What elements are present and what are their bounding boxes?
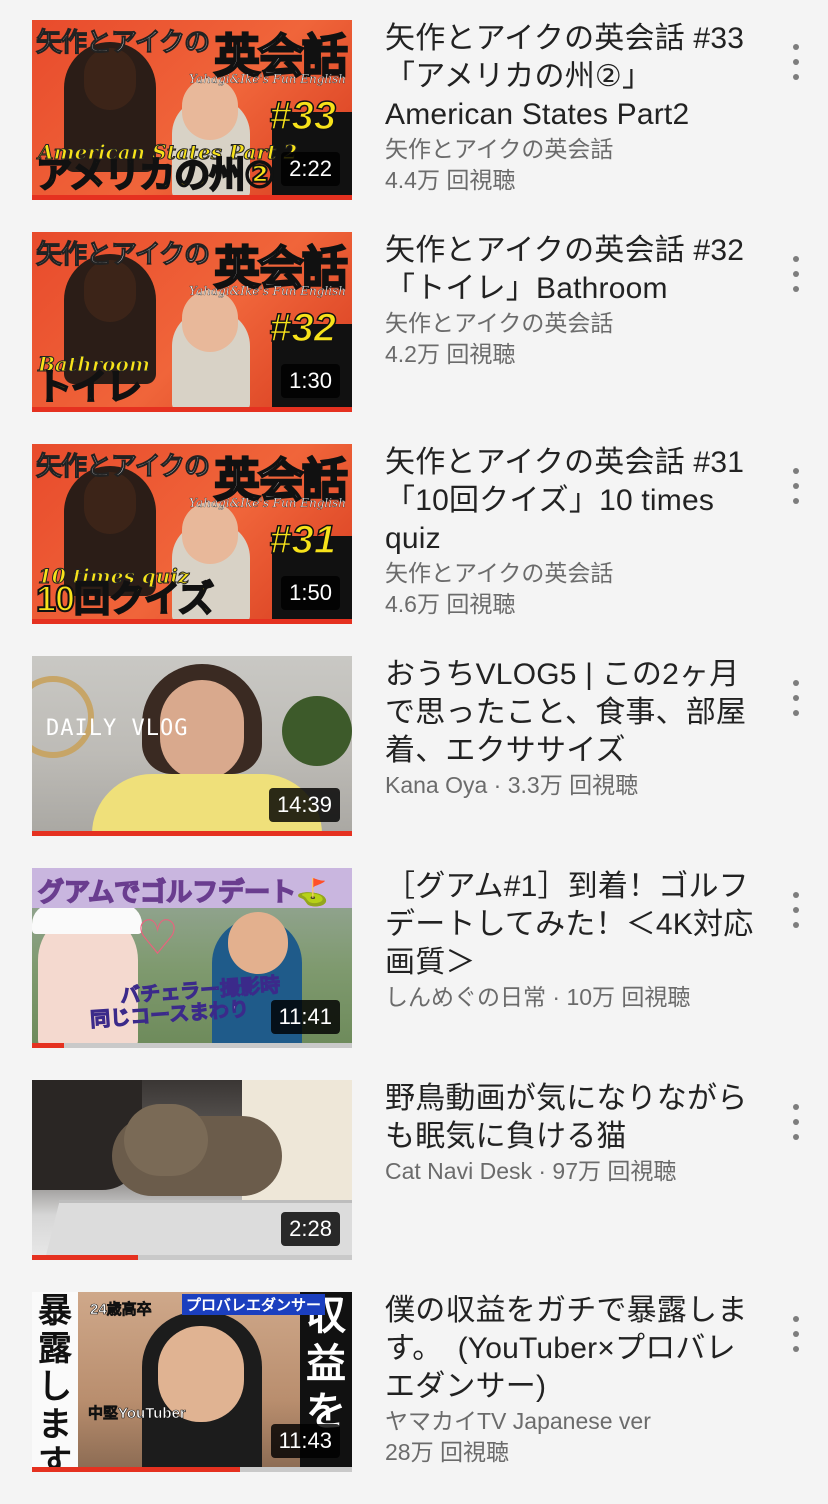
thumbnail-left-text: 暴露します — [38, 1292, 72, 1472]
video-thumbnail[interactable]: 2:28 — [32, 1080, 352, 1260]
view-count: 28万 回視聴 — [385, 1439, 509, 1465]
watch-progress-fill — [32, 195, 352, 200]
watch-progress-track — [32, 831, 352, 836]
video-item[interactable]: 暴露します 収益を 24歳高卒 プロバレエダンサー 中堅YouTuber 11:… — [0, 1292, 828, 1504]
video-info[interactable]: 矢作とアイクの英会話 #33「アメリカの州②」American States P… — [385, 20, 755, 196]
channel-name[interactable]: 矢作とアイクの英会話 — [385, 134, 755, 165]
duration-badge: 2:22 — [281, 152, 340, 186]
duration-badge: 2:28 — [281, 1212, 340, 1246]
video-item[interactable]: DAILY VLOG 14:39 おうちVLOG5 | この2ヶ月で思ったこと、… — [0, 656, 828, 868]
more-options-icon[interactable] — [786, 466, 806, 506]
video-item[interactable]: 矢作とアイクの 英会話 Yahagi&Ike's Fun English #32… — [0, 232, 828, 444]
video-thumbnail[interactable]: DAILY VLOG 14:39 — [32, 656, 352, 836]
person-face — [182, 502, 238, 564]
video-title[interactable]: 僕の収益をガチで暴露します。 (YouTuber×プロバレエダンサー) — [385, 1292, 755, 1406]
video-feed: 矢作とアイクの 英会話 Yahagi&Ike's Fun English #33… — [0, 0, 828, 1497]
thumbnail-caption-jp: 10回クイズ — [35, 577, 215, 620]
more-options-icon[interactable] — [786, 42, 806, 82]
watch-progress-fill — [32, 1043, 64, 1048]
view-count: 4.6万 回視聴 — [385, 591, 516, 617]
more-options-icon[interactable] — [786, 890, 806, 930]
thumbnail-sub-text: Yahagi&Ike's Fun English — [189, 496, 346, 510]
plant-shape — [282, 696, 352, 766]
video-info[interactable]: 野鳥動画が気になりながらも眠気に負ける猫 Cat Navi Desk · 97万… — [385, 1080, 755, 1187]
watch-progress-track — [32, 1255, 352, 1260]
duration-badge: 11:41 — [270, 1000, 340, 1034]
view-count: 4.4万 回視聴 — [385, 167, 516, 193]
thumbnail-sub-text: Yahagi&Ike's Fun English — [189, 284, 346, 298]
person-face — [228, 912, 288, 974]
video-thumbnail[interactable]: 暴露します 収益を 24歳高卒 プロバレエダンサー 中堅YouTuber 11:… — [32, 1292, 352, 1472]
watch-progress-track — [32, 619, 352, 624]
channel-and-views[interactable]: しんめぐの日常 · 10万 回視聴 — [385, 982, 755, 1013]
video-title[interactable]: 矢作とアイクの英会話 #33「アメリカの州②」American States P… — [385, 20, 755, 134]
video-info[interactable]: 矢作とアイクの英会話 #32「トイレ」Bathroom 矢作とアイクの英会話 4… — [385, 232, 755, 370]
channel-name[interactable]: 矢作とアイクの英会話 — [385, 308, 755, 339]
duration-badge: 14:39 — [268, 788, 340, 822]
video-title[interactable]: ［グアム#1］到着！ゴルフデートしてみた！＜4K対応画質＞ — [385, 868, 755, 982]
thumbnail-band-text: グアムでゴルフデート⛳ — [37, 876, 329, 908]
thumbnail-caption-jp: アメリカの州② — [35, 153, 276, 196]
video-item[interactable]: 2:28 野鳥動画が気になりながらも眠気に負ける猫 Cat Navi Desk … — [0, 1080, 828, 1292]
video-item[interactable]: 矢作とアイクの 英会話 Yahagi&Ike's Fun English #33… — [0, 20, 828, 232]
more-options-icon[interactable] — [786, 1102, 806, 1142]
video-title[interactable]: 矢作とアイクの英会話 #32「トイレ」Bathroom — [385, 232, 755, 308]
video-thumbnail[interactable]: ♡ グアムでゴルフデート⛳ バチェラー撮影時 同じコースまわり 11:41 — [32, 868, 352, 1048]
channel-and-views[interactable]: Kana Oya · 3.3万 回視聴 — [385, 770, 755, 801]
episode-number: #33 — [269, 93, 337, 139]
video-thumbnail[interactable]: 矢作とアイクの 英会話 Yahagi&Ike's Fun English #33… — [32, 20, 352, 200]
video-title[interactable]: 矢作とアイクの英会話 #31「10回クイズ」10 times quiz — [385, 444, 755, 558]
thumbnail-caption-jp: トイレ — [35, 365, 143, 408]
thumbnail-note-1: 24歳高卒 — [90, 1301, 152, 1319]
thumbnail-label: DAILY VLOG — [46, 716, 189, 741]
view-count: 4.2万 回視聴 — [385, 341, 516, 367]
thumbnail-note-3: 中堅YouTuber — [88, 1405, 186, 1423]
video-item[interactable]: ♡ グアムでゴルフデート⛳ バチェラー撮影時 同じコースまわり 11:41 ［グ… — [0, 868, 828, 1080]
channel-and-views[interactable]: Cat Navi Desk · 97万 回視聴 — [385, 1156, 755, 1187]
watch-progress-fill — [32, 831, 352, 836]
thumbnail-sub-text: Yahagi&Ike's Fun English — [189, 72, 346, 86]
watch-progress-track — [32, 407, 352, 412]
video-info[interactable]: ［グアム#1］到着！ゴルフデートしてみた！＜4K対応画質＞ しんめぐの日常 · … — [385, 868, 755, 1013]
video-info[interactable]: 僕の収益をガチで暴露します。 (YouTuber×プロバレエダンサー) ヤマカイ… — [385, 1292, 755, 1468]
thumbnail-header-text: 矢作とアイクの — [35, 27, 210, 58]
person-face — [182, 78, 238, 140]
channel-name[interactable]: ヤマカイTV Japanese ver — [385, 1406, 755, 1437]
watch-progress-fill — [32, 619, 352, 624]
cat-head — [124, 1104, 208, 1176]
episode-number: #31 — [269, 517, 337, 563]
video-title[interactable]: 野鳥動画が気になりながらも眠気に負ける猫 — [385, 1080, 755, 1156]
duration-badge: 1:50 — [281, 576, 340, 610]
watch-progress-track — [32, 1043, 352, 1048]
more-options-icon[interactable] — [786, 1314, 806, 1354]
thumbnail-header-text: 矢作とアイクの — [35, 451, 210, 482]
video-info[interactable]: おうちVLOG5 | この2ヶ月で思ったこと、食事、部屋着、エクササイズ Kan… — [385, 656, 755, 801]
heart-icon: ♡ — [136, 912, 180, 965]
thumbnail-header-text: 矢作とアイクの — [35, 239, 210, 270]
watch-progress-track — [32, 1467, 352, 1472]
duration-badge: 1:30 — [281, 364, 340, 398]
watch-progress-track — [32, 195, 352, 200]
watch-progress-fill — [32, 1255, 138, 1260]
thumbnail-note-2: プロバレエダンサー — [182, 1294, 326, 1315]
duration-badge: 11:43 — [270, 1424, 340, 1458]
video-thumbnail[interactable]: 矢作とアイクの 英会話 Yahagi&Ike's Fun English #32… — [32, 232, 352, 412]
video-title[interactable]: おうちVLOG5 | この2ヶ月で思ったこと、食事、部屋着、エクササイズ — [385, 656, 755, 770]
watch-progress-fill — [32, 407, 352, 412]
video-info[interactable]: 矢作とアイクの英会話 #31「10回クイズ」10 times quiz 矢作とア… — [385, 444, 755, 620]
watch-progress-fill — [32, 1467, 240, 1472]
person-face — [182, 290, 238, 352]
more-options-icon[interactable] — [786, 678, 806, 718]
more-options-icon[interactable] — [786, 254, 806, 294]
video-item[interactable]: 矢作とアイクの 英会話 Yahagi&Ike's Fun English #31… — [0, 444, 828, 656]
episode-number: #32 — [269, 305, 337, 351]
channel-name[interactable]: 矢作とアイクの英会話 — [385, 558, 755, 589]
video-thumbnail[interactable]: 矢作とアイクの 英会話 Yahagi&Ike's Fun English #31… — [32, 444, 352, 624]
